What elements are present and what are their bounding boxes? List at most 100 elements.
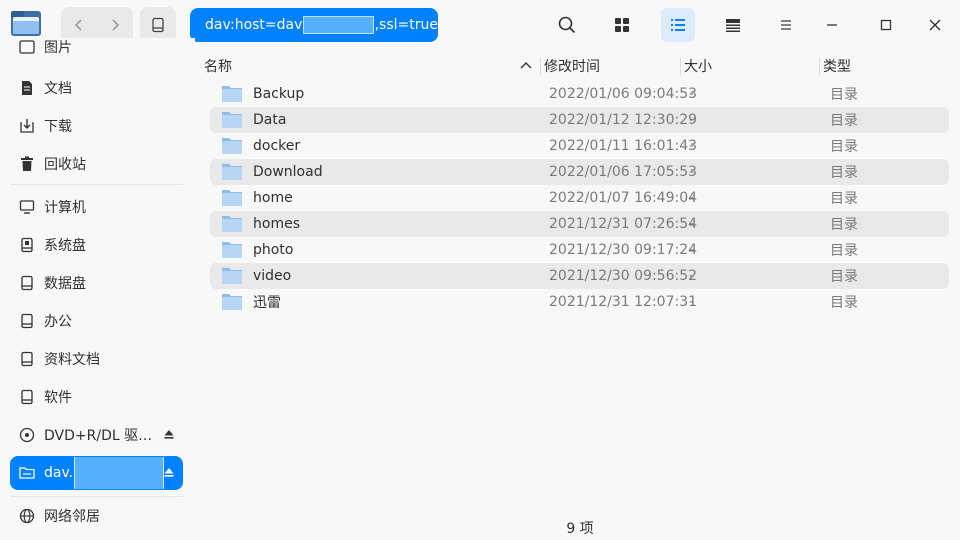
folder-icon [222, 190, 242, 206]
file-size: - [689, 138, 695, 154]
drive-icon [152, 17, 164, 33]
sidebar-item-label: 办公 [44, 314, 72, 330]
file-type: 目录 [830, 87, 858, 103]
sidebar-item-documents[interactable]: 文档 [10, 71, 183, 105]
sidebar-item-trash[interactable]: 回收站 [10, 147, 183, 181]
sidebar-item-label: 网络邻居 [44, 509, 100, 525]
folder-icon [222, 86, 242, 102]
network-icon [18, 507, 36, 525]
column-header-name[interactable]: 名称 [204, 53, 540, 79]
sidebar-item-materials[interactable]: 资料文档 [10, 342, 183, 376]
file-name: 迅雷 [253, 295, 281, 311]
sidebar-item-label: 回收站 [44, 157, 86, 173]
search-button[interactable] [550, 8, 584, 42]
detail-view-button[interactable] [716, 8, 750, 42]
table-row[interactable]: 迅雷 2021/12/31 12:07:31 - 目录 [210, 289, 949, 315]
table-row[interactable]: Backup 2022/01/06 09:04:53 - 目录 [210, 81, 949, 107]
file-modified: 2022/01/11 16:01:43 [549, 138, 698, 154]
address-suffix: ,ssl=true [374, 17, 438, 33]
sidebar-item-downloads[interactable]: 下载 [10, 109, 183, 143]
sidebar-divider [10, 184, 183, 185]
file-modified: 2022/01/07 16:49:04 [549, 190, 698, 206]
file-size: - [689, 190, 695, 206]
eject-icon [164, 430, 174, 439]
table-row[interactable]: docker 2022/01/11 16:01:43 - 目录 [210, 133, 949, 159]
sidebar-item-label: 计算机 [44, 200, 86, 216]
sidebar-item-label: 软件 [44, 390, 72, 406]
file-type: 目录 [830, 191, 858, 207]
address-prefix: dav:host=dav [205, 17, 303, 33]
file-modified: 2022/01/06 17:05:53 [549, 164, 698, 180]
sidebar-item-office[interactable]: 办公 [10, 304, 183, 338]
file-modified: 2021/12/30 09:56:52 [549, 268, 698, 284]
chevron-right-icon [112, 19, 120, 31]
file-name: home [253, 190, 293, 206]
minimize-button[interactable] [815, 8, 849, 42]
file-modified: 2021/12/31 12:07:31 [549, 294, 698, 310]
menu-button[interactable] [769, 8, 803, 42]
table-row[interactable]: photo 2021/12/30 09:17:24 - 目录 [210, 237, 949, 263]
download-icon [18, 117, 36, 135]
sidebar: 图片 文档 下载 回收站 计算机 系统盘 数据盘 办公 资料文档 软件 DVD+… [0, 38, 195, 540]
redacted-host [303, 16, 374, 34]
table-row[interactable]: video 2021/12/30 09:56:52 - 目录 [210, 263, 949, 289]
file-modified: 2021/12/31 07:26:54 [549, 216, 698, 232]
list-view-button[interactable] [661, 8, 695, 42]
sidebar-item-system-disk[interactable]: 系统盘 [10, 228, 183, 262]
sidebar-item-label: 系统盘 [44, 238, 86, 254]
system-disk-icon [18, 236, 36, 254]
sidebar-item-data-disk[interactable]: 数据盘 [10, 266, 183, 300]
file-type: 目录 [830, 139, 858, 155]
table-row[interactable]: home 2022/01/07 16:49:04 - 目录 [210, 185, 949, 211]
file-name: video [253, 268, 292, 284]
sidebar-item-computer[interactable]: 计算机 [10, 190, 183, 224]
disk-icon [18, 388, 36, 406]
close-icon [929, 19, 941, 31]
file-size: - [689, 294, 695, 310]
sidebar-item-software[interactable]: 软件 [10, 380, 183, 414]
minimize-icon [827, 24, 837, 26]
table-row[interactable]: Download 2022/01/06 17:05:53 - 目录 [210, 159, 949, 185]
eject-icon [164, 468, 174, 477]
folder-icon [222, 112, 242, 128]
sidebar-item-label: 文档 [44, 81, 72, 97]
icon-view-button[interactable] [605, 8, 639, 42]
detail-panel-icon [726, 19, 740, 32]
column-divider[interactable] [819, 58, 820, 76]
file-size: - [689, 242, 695, 258]
file-type: 目录 [830, 269, 858, 285]
file-size: - [689, 164, 695, 180]
trash-icon [18, 155, 36, 173]
column-header-modified[interactable]: 修改时间 [544, 53, 600, 79]
maximize-button[interactable] [869, 8, 903, 42]
file-name: Download [253, 164, 323, 180]
column-header-type[interactable]: 类型 [823, 53, 851, 79]
search-icon [558, 16, 576, 34]
file-modified: 2021/12/30 09:17:24 [549, 242, 698, 258]
eject-button[interactable] [163, 466, 175, 482]
column-divider[interactable] [680, 58, 681, 76]
sidebar-item-label: 资料文档 [44, 352, 100, 368]
table-row[interactable]: homes 2021/12/31 07:26:54 - 目录 [210, 211, 949, 237]
eject-button[interactable] [163, 428, 175, 444]
sort-ascending-icon [520, 62, 532, 69]
maximize-icon [880, 19, 892, 31]
file-modified: 2022/01/06 09:04:53 [549, 86, 698, 102]
sidebar-item-network[interactable]: 网络邻居 [10, 499, 183, 533]
sidebar-item-label: dav. [44, 465, 74, 481]
file-name: homes [253, 216, 300, 232]
column-divider[interactable] [540, 58, 541, 76]
address-bar[interactable]: dav:host=dav ,ssl=true [190, 8, 438, 42]
file-modified: 2022/01/12 12:30:29 [549, 112, 698, 128]
picture-icon [18, 38, 36, 56]
table-row[interactable]: Data 2022/01/12 12:30:29 - 目录 [210, 107, 949, 133]
sidebar-item-dav[interactable]: dav. [10, 456, 183, 490]
file-manager-logo-icon [11, 11, 41, 36]
disk-icon [18, 274, 36, 292]
column-header-size[interactable]: 大小 [684, 53, 712, 79]
sidebar-item-dvd[interactable]: DVD+R/DL 驱… [10, 418, 183, 452]
sidebar-item-pictures[interactable]: 图片 [10, 34, 183, 60]
disk-icon [18, 350, 36, 368]
item-count-status: 9 项 [566, 521, 594, 537]
close-button[interactable] [918, 8, 952, 42]
